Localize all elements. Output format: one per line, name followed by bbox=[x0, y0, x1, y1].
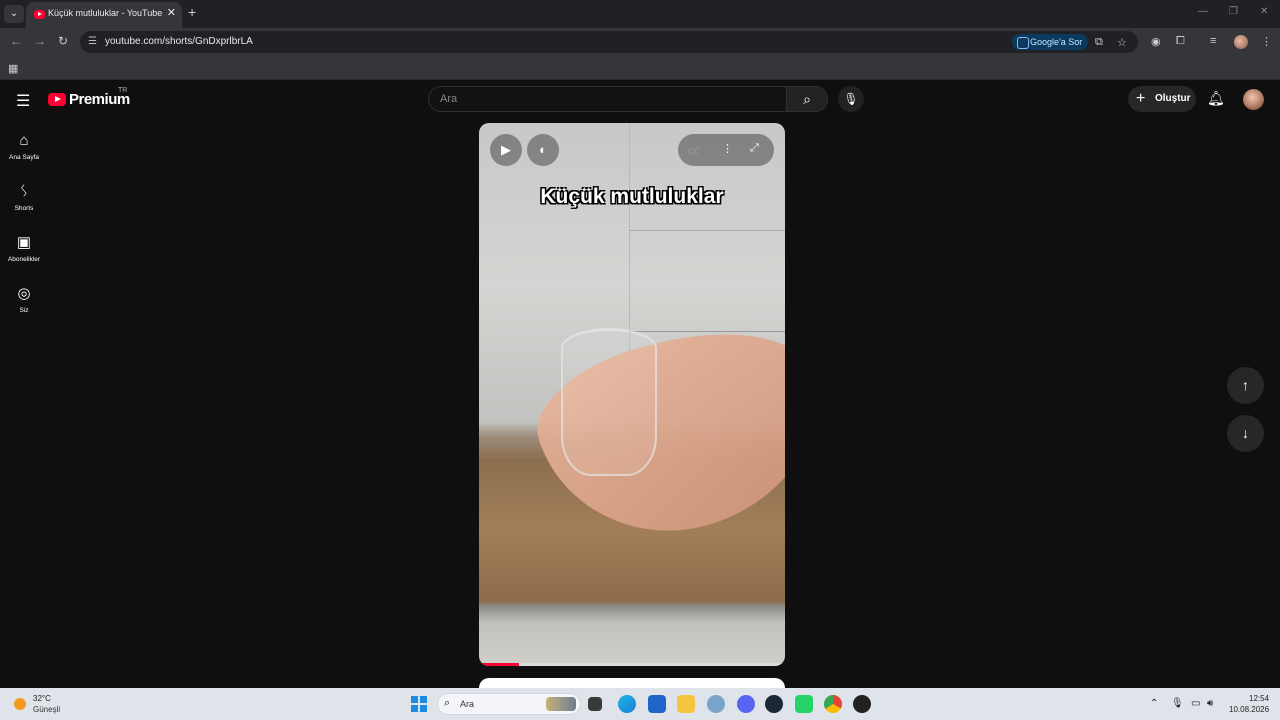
taskbar-search[interactable]: ⌕ Ara bbox=[437, 693, 581, 715]
arrow-down-icon: ↓ bbox=[1242, 425, 1249, 441]
discord-icon[interactable] bbox=[737, 695, 755, 713]
play-icon: ▶ bbox=[501, 142, 511, 157]
browser-toolbar: ← → ↻ ☰ youtube.com/shorts/GnDxprlbrLA G… bbox=[0, 28, 1280, 56]
bookmarks-bar: ▦ bbox=[0, 56, 1280, 80]
sidebar-item-label: Abonelikler bbox=[7, 256, 41, 263]
new-tab-button[interactable]: + bbox=[188, 4, 196, 20]
media-controls-icon[interactable]: ≡ bbox=[1210, 35, 1216, 47]
shorts-video-player[interactable]: ▶ ◐ ㏄ ⋮ ⤢ Küçük mutluluklar bbox=[479, 123, 785, 666]
you-icon: ◎ bbox=[17, 285, 31, 302]
search-highlight-image bbox=[546, 697, 576, 711]
sidebar-item-label: Siz bbox=[19, 307, 29, 314]
video-glass bbox=[561, 328, 657, 476]
microphone-tray-icon[interactable]: 🎙 bbox=[1171, 698, 1184, 709]
site-info-icon[interactable]: ☰ bbox=[88, 36, 97, 47]
video-frame-detail bbox=[629, 331, 785, 332]
forward-icon[interactable]: → bbox=[34, 34, 46, 48]
reload-icon[interactable]: ↻ bbox=[58, 34, 68, 48]
tab-close-icon[interactable]: ✕ bbox=[167, 6, 176, 19]
country-code: TR bbox=[118, 87, 128, 94]
windows-start-icon[interactable] bbox=[411, 696, 427, 712]
task-view-icon[interactable] bbox=[588, 697, 602, 711]
sidebar-item-you[interactable]: ◎ Siz bbox=[0, 285, 48, 314]
shorts-icon: ᛊ bbox=[19, 183, 29, 200]
store-icon[interactable] bbox=[648, 695, 666, 713]
show-hidden-icons-icon[interactable]: ⌃ bbox=[1150, 698, 1158, 709]
video-caption: Küçük mutluluklar bbox=[540, 185, 724, 208]
google-ask-button[interactable]: Google'a Sor bbox=[1012, 34, 1089, 50]
browser-profile-avatar[interactable] bbox=[1234, 35, 1248, 49]
browser-tab-strip: ⌄ Küçük mutluluklar - YouTube ✕ + — ❐ ✕ bbox=[0, 0, 1280, 28]
next-short-button[interactable]: ↓ bbox=[1227, 415, 1264, 452]
player-controls-group: ㏄ ⋮ ⤢ bbox=[678, 134, 774, 166]
video-progress-fill bbox=[479, 663, 519, 666]
network-icon[interactable]: ▭ bbox=[1191, 698, 1200, 709]
restore-button[interactable]: ❐ bbox=[1229, 6, 1238, 17]
more-options-icon[interactable]: ⋮ bbox=[722, 142, 733, 155]
extensions-puzzle-icon[interactable]: ⧠ bbox=[1176, 35, 1185, 48]
settings-gear-icon[interactable] bbox=[707, 695, 725, 713]
video-progress-bar[interactable] bbox=[479, 663, 785, 666]
minimize-button[interactable]: — bbox=[1198, 6, 1208, 17]
search-box bbox=[428, 86, 786, 112]
plus-icon: + bbox=[1136, 90, 1146, 107]
sidebar-item-subscriptions[interactable]: ▣ Abonelikler bbox=[0, 234, 48, 263]
create-label: Oluştur bbox=[1155, 93, 1191, 104]
search-icon: ⌕ bbox=[803, 91, 811, 107]
chrome-icon[interactable] bbox=[824, 695, 842, 713]
search-icon: ⌕ bbox=[444, 697, 451, 709]
browser-menu-icon[interactable]: ⋮ bbox=[1261, 35, 1272, 48]
tab-search-button[interactable]: ⌄ bbox=[4, 5, 24, 23]
extension-icon[interactable]: ◉ bbox=[1151, 35, 1161, 48]
address-bar[interactable]: ☰ youtube.com/shorts/GnDxprlbrLA Google'… bbox=[80, 31, 1138, 53]
subscriptions-icon: ▣ bbox=[16, 234, 32, 251]
sidebar-item-home[interactable]: ⌂ Ana Sayfa bbox=[0, 132, 48, 161]
app-icon[interactable] bbox=[853, 695, 871, 713]
search-input[interactable] bbox=[440, 93, 770, 105]
youtube-play-icon bbox=[48, 93, 66, 106]
user-avatar[interactable] bbox=[1243, 89, 1264, 110]
tab-title: Küçük mutluluklar - YouTube bbox=[48, 8, 163, 18]
arrow-up-icon: ↑ bbox=[1242, 377, 1249, 393]
apps-grid-icon[interactable]: ▦ bbox=[8, 62, 18, 75]
speaker-icon[interactable]: 🔊︎ bbox=[1207, 698, 1213, 709]
youtube-favicon-icon bbox=[34, 10, 45, 19]
voice-search-button[interactable]: 🎙 bbox=[838, 86, 864, 112]
notifications-bell-icon[interactable]: 🔔︎ bbox=[1207, 90, 1225, 107]
weather-condition[interactable]: Güneşli bbox=[33, 705, 60, 714]
back-icon[interactable]: ← bbox=[10, 34, 22, 48]
video-frame-detail bbox=[629, 230, 785, 231]
steam-icon[interactable] bbox=[765, 695, 783, 713]
create-button[interactable]: + Oluştur bbox=[1128, 86, 1196, 112]
captions-icon[interactable]: ㏄ bbox=[688, 142, 699, 158]
weather-sun-icon[interactable] bbox=[14, 698, 26, 710]
volume-icon: ◐ bbox=[539, 142, 547, 157]
play-button[interactable]: ▶ bbox=[490, 134, 522, 166]
windows-taskbar: 32°C Güneşli ⌕ Ara ⌃ 🎙 ▭ 🔊︎ 12:54 10.08.… bbox=[0, 688, 1280, 720]
window-close-button[interactable]: ✕ bbox=[1260, 6, 1268, 17]
search-button[interactable]: ⌕ bbox=[786, 86, 828, 112]
bookmark-star-icon[interactable]: ☆ bbox=[1117, 36, 1127, 49]
previous-short-button[interactable]: ↑ bbox=[1227, 367, 1264, 404]
fullscreen-icon[interactable]: ⤢ bbox=[750, 142, 759, 155]
youtube-page: ☰ Premium TR ⌕ 🎙 + Oluştur 🔔︎ ⌂ Ana Sayf… bbox=[0, 80, 1280, 698]
clock-date[interactable]: 10.08.2026 bbox=[1229, 705, 1269, 714]
home-icon: ⌂ bbox=[19, 132, 29, 149]
mute-button[interactable]: ◐ bbox=[527, 134, 559, 166]
url-text: youtube.com/shorts/GnDxprlbrLA bbox=[105, 36, 253, 47]
install-app-icon[interactable]: ⧉ bbox=[1095, 36, 1103, 49]
microphone-icon: 🎙 bbox=[843, 92, 859, 106]
weather-temperature[interactable]: 32°C bbox=[33, 694, 51, 703]
edge-icon[interactable] bbox=[618, 695, 636, 713]
browser-tab[interactable]: Küçük mutluluklar - YouTube ✕ bbox=[26, 2, 182, 28]
file-explorer-icon[interactable] bbox=[677, 695, 695, 713]
whatsapp-icon[interactable] bbox=[795, 695, 813, 713]
sidebar-item-label: Ana Sayfa bbox=[9, 154, 39, 161]
taskbar-search-label: Ara bbox=[460, 699, 475, 709]
clock-time[interactable]: 12:54 bbox=[1249, 694, 1269, 703]
sidebar-item-shorts[interactable]: ᛊ Shorts bbox=[0, 183, 48, 212]
sidebar-item-label: Shorts bbox=[14, 205, 34, 212]
hamburger-menu-icon[interactable]: ☰ bbox=[16, 91, 30, 111]
